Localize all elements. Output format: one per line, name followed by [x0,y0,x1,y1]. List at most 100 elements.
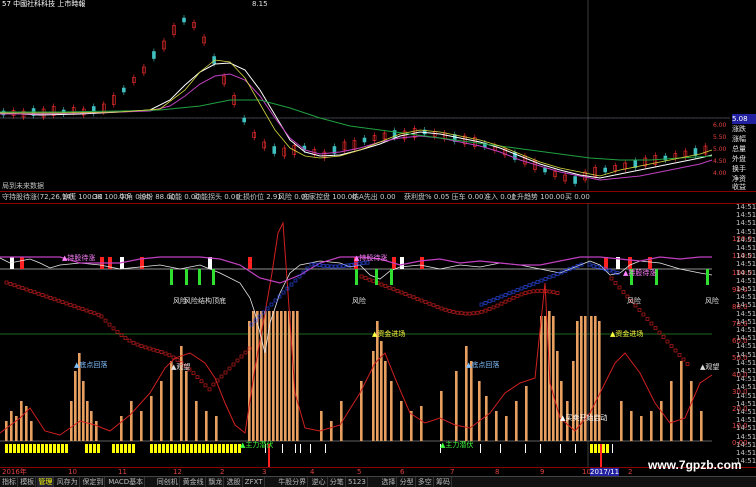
time-tick: 14:51 [736,424,756,433]
tab-5[interactable]: MACD基本 [107,477,146,487]
blue-square [527,283,532,288]
volume-bar [272,311,275,441]
yellow-signal-bar [214,444,217,453]
candlestick-chart[interactable]: 局到未来数据 6.00 5.50 5.00 4.50 4.00 [0,0,730,190]
ind-item-14: 买 0.00 [565,193,590,201]
volume-bar [670,381,673,441]
tab-0[interactable]: 指标 [1,477,18,487]
yellow-signal-bar [218,444,221,453]
tab-15[interactable]: 选择 [380,477,398,487]
blue-square [273,298,278,303]
white-tick [480,444,481,453]
volume-bar [598,321,601,441]
tab-17[interactable]: 多空 [417,477,434,487]
time-tick: 14:51 [736,285,756,293]
red-square [64,301,69,306]
white-tick [325,444,326,453]
yellow-signal-bar [17,444,20,453]
blue-square [269,302,274,307]
time-tick: 14:51 [736,227,756,236]
indicator-chart[interactable]: ▲持股待涨 ▲持股待涨 ▲持股待涨 风险 风险结构顶底 风险 风险 风险 ▲资金… [0,203,730,468]
tab-1[interactable]: 模板 [19,477,37,487]
tab-13[interactable]: 分笔 [329,477,346,487]
tab-12[interactable]: 逆心 [311,477,328,487]
red-square [8,282,13,286]
label-low-2: ▲底点回落 [466,360,499,369]
yellow-signal-bar [29,444,32,453]
tab-10[interactable]: ZFXT [244,477,265,487]
tab-14[interactable]: 5123 [347,477,368,487]
volume-bar [170,361,173,441]
red-square [395,289,400,293]
red-square [99,314,104,319]
bottom-tab-bar: 指标 模板 管理 风存为 保定到 MACD基本 同创机 黄金线 飘龙 选股 ZFXT 牛股分界 逆心 分笔… [0,476,756,487]
white-tick [525,444,526,453]
yellow-signal-bar [132,444,135,453]
volume-bar [264,311,267,441]
volume-bar [195,401,198,441]
volume-bar [590,316,593,441]
candle-body [603,167,607,173]
red-square [60,300,65,304]
red-square [443,307,448,312]
green-risk-bar [355,269,358,285]
yellow-signal-bar [590,444,593,453]
red-square [367,277,372,282]
red-square [20,286,25,290]
red-square [239,354,244,359]
label-main-1: ▲主力潜伏 [240,440,273,449]
candle-body [242,117,246,123]
green-risk-bar [212,269,215,285]
volume-bar [185,371,188,441]
volume-bar [90,411,93,441]
red-square [72,304,77,309]
volume-bar [505,416,508,441]
tab-8[interactable]: 飘龙 [207,477,225,487]
tab-16[interactable]: 分型 [399,477,416,487]
tab-3[interactable]: 风存为 [56,477,80,487]
tab-11[interactable]: 牛股分界 [277,477,309,487]
red-square [207,387,212,392]
tab-9[interactable]: 选股 [226,477,243,487]
candle-body [543,167,547,173]
yellow-signal-bar [178,444,181,453]
white-tick [282,444,283,453]
red-square [551,290,556,295]
red-square [139,344,144,348]
tab-2[interactable]: 管理 [37,477,55,487]
red-square [12,283,17,288]
blue-square [547,275,552,280]
blue-square [495,296,500,300]
volume-bar [470,361,473,441]
red-square [56,298,61,303]
blue-square [535,280,540,284]
red-square [135,342,140,347]
volume-bar [560,381,563,441]
label-risk-4: 风险 [705,296,719,305]
tab-4[interactable]: 保定到 [81,477,106,487]
volume-bar [70,401,73,441]
label-risk-mid: 风险结构顶底 [184,296,226,305]
tab-7[interactable]: 黄金线 [182,477,206,487]
time-tick: 14:51 [736,260,756,269]
red-square [80,307,85,311]
yellow-signal-bar [206,444,209,453]
red-square [681,357,686,362]
yellow-signal-bar [150,444,153,453]
price-axis: 6.00 5.50 5.00 4.50 4.00 [713,122,727,177]
red-square [447,309,452,313]
yellow-signal-bar [174,444,177,453]
red-square [371,279,376,284]
time-tick: 14:51 [736,268,756,277]
blue-square [519,286,524,291]
yellow-signal-bar [230,444,233,453]
time-tick: 14:51 [736,317,756,326]
tab-18[interactable]: 筹码 [435,477,452,487]
blue-square [531,281,536,286]
red-square [24,287,29,292]
red-square [609,276,614,281]
red-square [423,300,428,304]
tab-6[interactable]: 同创机 [156,477,180,487]
side-price[interactable]: 5.08 [732,114,756,124]
label-hold-2: ▲持股待涨 [354,253,387,262]
